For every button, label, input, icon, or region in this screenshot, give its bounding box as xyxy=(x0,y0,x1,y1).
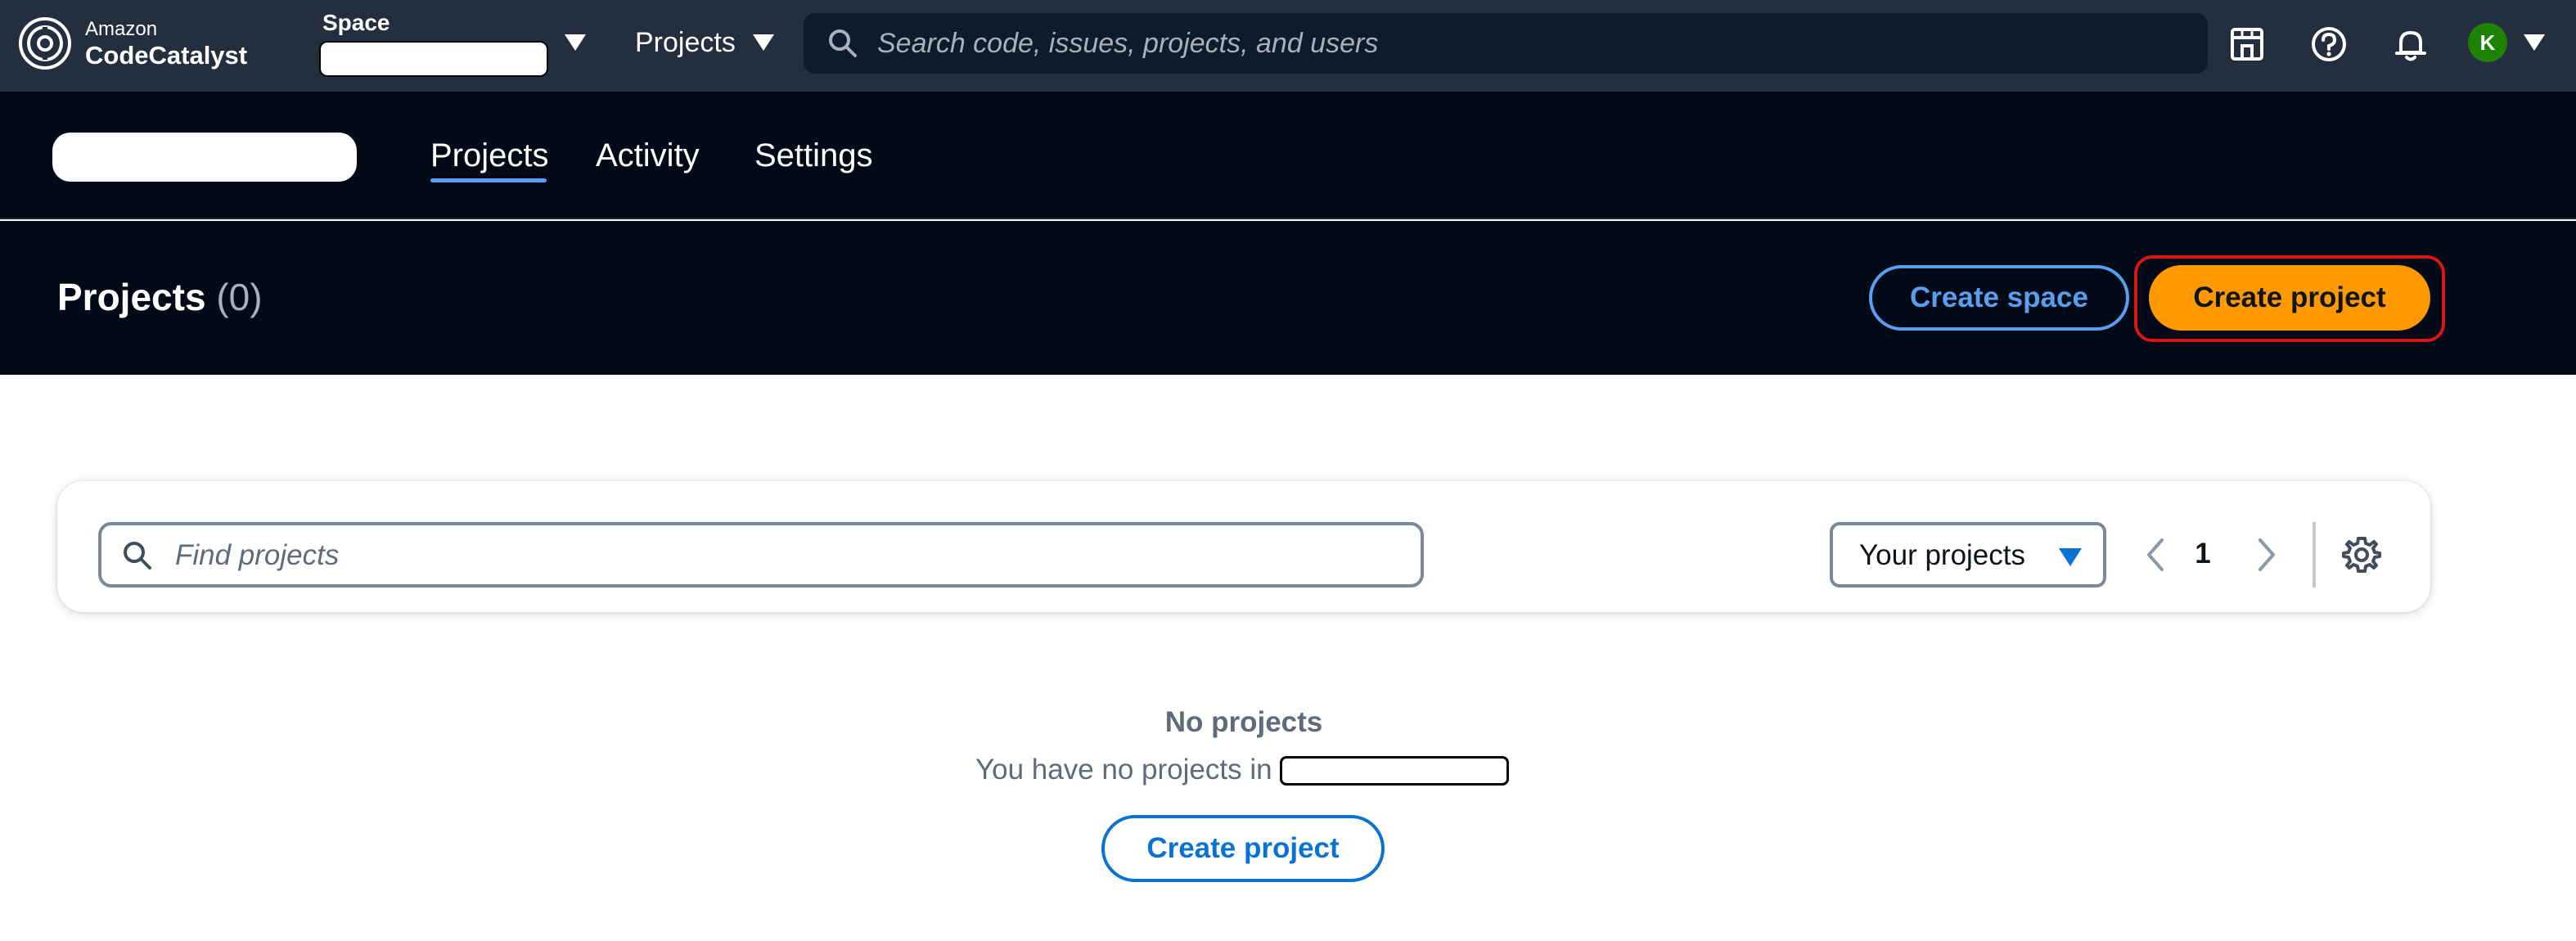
divider xyxy=(2313,522,2316,588)
gear-icon[interactable] xyxy=(2340,534,2383,576)
empty-state-space-name xyxy=(1280,756,1509,786)
space-selector-label: Space xyxy=(322,10,390,35)
top-navigation-bar: Amazon CodeCatalyst Space Projects Searc… xyxy=(0,0,2576,92)
space-selector[interactable] xyxy=(319,41,548,77)
project-count: (0) xyxy=(216,276,263,318)
space-name[interactable] xyxy=(52,133,357,182)
tab-projects[interactable]: Projects xyxy=(430,136,549,175)
page-header: Projects (0) Create space Create project xyxy=(0,221,2576,375)
search-placeholder: Search code, issues, projects, and users xyxy=(877,28,1379,59)
global-search-input[interactable]: Search code, issues, projects, and users xyxy=(804,13,2208,74)
page-number[interactable]: 1 xyxy=(2185,537,2221,571)
chevron-down-icon[interactable] xyxy=(2524,34,2545,51)
bell-icon[interactable] xyxy=(2389,23,2432,65)
search-icon xyxy=(829,29,857,57)
chevron-down-icon[interactable] xyxy=(753,34,774,51)
project-scope-value: Your projects xyxy=(1859,539,2025,571)
store-icon[interactable] xyxy=(2226,23,2268,65)
page-title-text: Projects xyxy=(57,276,206,318)
space-navigation: Projects Activity Settings xyxy=(0,92,2576,219)
chevron-right-icon[interactable] xyxy=(2255,534,2280,576)
avatar[interactable]: K xyxy=(2468,23,2507,62)
codecatalyst-logo-icon[interactable] xyxy=(18,16,72,70)
create-space-button[interactable]: Create space xyxy=(1869,265,2129,331)
create-project-button[interactable]: Create project xyxy=(2149,265,2430,331)
tab-activity[interactable]: Activity xyxy=(596,136,700,175)
brand-name-small: Amazon xyxy=(85,18,158,40)
find-projects-placeholder: Find projects xyxy=(175,539,340,571)
tab-settings[interactable]: Settings xyxy=(754,136,873,175)
brand-name[interactable]: CodeCatalyst xyxy=(85,41,247,70)
active-tab-indicator xyxy=(430,178,547,182)
find-projects-input[interactable]: Find projects xyxy=(98,522,1424,588)
search-icon xyxy=(124,542,151,570)
caret-down-icon xyxy=(2059,548,2082,566)
chevron-down-icon[interactable] xyxy=(565,34,586,51)
projects-filter-card: Find projects Your projects 1 xyxy=(57,481,2430,612)
projects-menu[interactable]: Projects xyxy=(635,26,736,59)
empty-state-text: You have no projects in xyxy=(975,754,1272,786)
help-icon[interactable] xyxy=(2308,23,2350,65)
chevron-left-icon[interactable] xyxy=(2142,534,2167,576)
page-title: Projects (0) xyxy=(57,275,263,319)
empty-state-title: No projects xyxy=(1164,706,1323,738)
project-scope-select[interactable]: Your projects xyxy=(1830,522,2106,588)
empty-create-project-button[interactable]: Create project xyxy=(1101,815,1385,882)
